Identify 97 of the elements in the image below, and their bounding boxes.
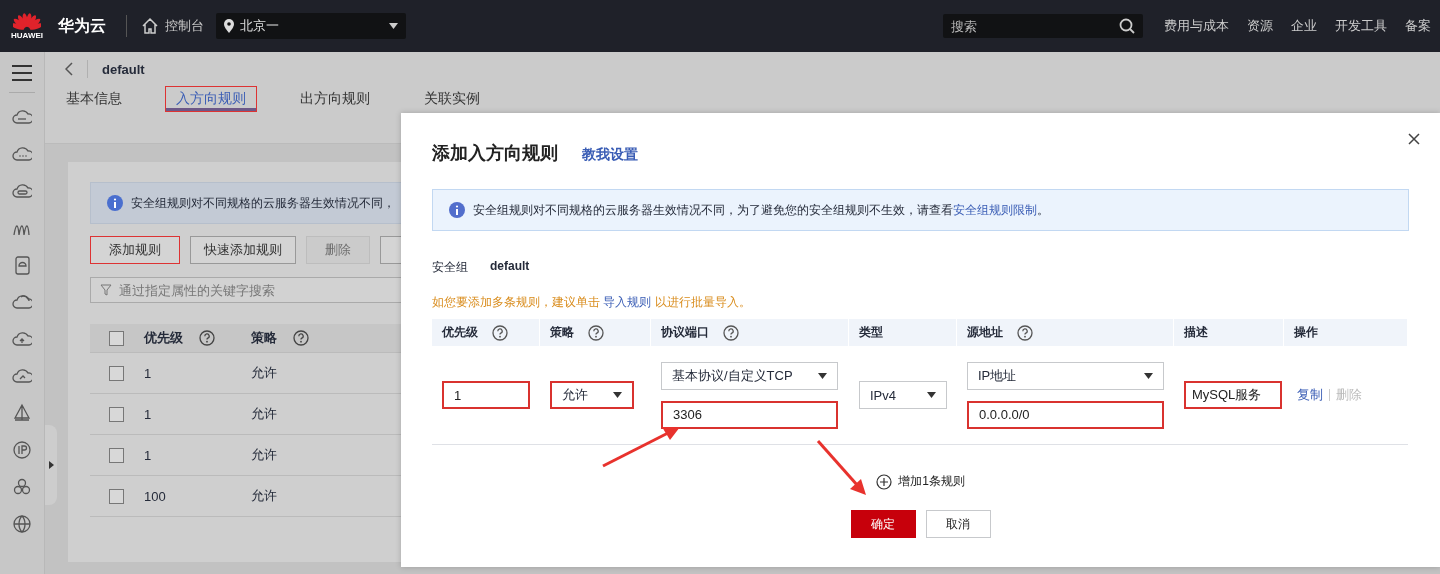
cloud-upload-icon[interactable] (12, 329, 32, 349)
tab[interactable]: 出方向规则 (289, 86, 381, 112)
column-header: 策略 (550, 324, 574, 341)
caret-icon (613, 392, 622, 398)
tip-text: 如您要添加多条规则，建议单击 导入规则 以进行批量导入。 (432, 294, 752, 311)
import-rules-link[interactable]: 导入规则 (603, 295, 652, 309)
table-cell: 允许 (251, 447, 277, 462)
cloud-icon[interactable] (12, 144, 32, 164)
input-field[interactable]: 1 (442, 381, 530, 409)
close-icon[interactable] (1408, 133, 1420, 145)
info-icon (107, 195, 123, 211)
toolbar-button[interactable]: 快速添加规则 (190, 236, 296, 264)
ip-icon[interactable] (12, 440, 32, 460)
add-rule-link[interactable]: 增加1条规则 (432, 473, 1409, 490)
nav-link[interactable]: 企业 (1291, 17, 1317, 35)
caret-icon (818, 372, 827, 379)
nav-link[interactable]: 备案 (1405, 17, 1431, 35)
search-field[interactable]: 搜索 (943, 14, 1143, 38)
help-icon[interactable] (723, 324, 739, 341)
expand-icon (48, 461, 54, 469)
help-icon[interactable] (199, 330, 215, 346)
field-value: default (490, 259, 530, 275)
region-dropdown[interactable]: 北京一 (216, 13, 406, 39)
pin-icon (224, 19, 234, 33)
column-header: 操作 (1294, 324, 1318, 341)
cloud-icon[interactable] (12, 366, 32, 386)
console-link[interactable]: 控制台 (141, 17, 204, 35)
home-icon (141, 17, 159, 35)
cluster-icon[interactable] (12, 477, 32, 497)
column-header: 策略 (251, 329, 277, 347)
dropdown[interactable]: IP地址 (967, 361, 1164, 390)
globe-icon[interactable] (12, 514, 32, 534)
checkbox[interactable] (109, 366, 124, 382)
table-cell: 100 (144, 488, 166, 504)
plus-icon (876, 473, 893, 490)
table-cell: 允许 (251, 406, 277, 421)
search-field[interactable]: 通过指定属性的关键字搜索 (90, 277, 401, 303)
back-icon[interactable] (65, 62, 73, 76)
nav-link[interactable]: 开发工具 (1335, 17, 1387, 35)
tab[interactable]: 入方向规则 (165, 86, 257, 112)
cancel-button[interactable]: 取消 (925, 510, 991, 538)
dropdown[interactable]: 基本协议/自定义TCP (661, 361, 838, 390)
help-icon[interactable] (588, 324, 604, 341)
nav-link[interactable]: 费用与成本 (1164, 17, 1229, 35)
help-link[interactable]: 教我设置 (582, 146, 638, 164)
help-icon[interactable] (293, 330, 309, 346)
dropdown[interactable]: IPv4 (859, 381, 947, 409)
rule-limit-link[interactable]: 安全组规则限制 (953, 202, 1037, 217)
column-header: 类型 (859, 324, 883, 341)
notice-text: 安全组规则对不同规格的云服务器生效情况不同，为了避免您的安全组规则不生效，请查看安全组规则限制。 (473, 201, 1049, 219)
table-cell: 1 (144, 365, 152, 381)
page-title: default (102, 61, 145, 77)
checkbox[interactable] (109, 489, 124, 505)
column-header: 协议端口 (661, 324, 709, 341)
column-header: 优先级 (442, 324, 478, 341)
sailboat-icon[interactable] (12, 403, 32, 423)
dialog-title: 添加入方向规则 (432, 142, 558, 165)
column-header: 描述 (1184, 324, 1208, 341)
expand-handle[interactable] (45, 425, 57, 505)
action-link[interactable]: 复制 (1297, 386, 1323, 404)
column-header: 源地址 (967, 324, 1003, 341)
brand-name: 华为云 (58, 15, 106, 36)
logo-icon (13, 12, 41, 31)
caret-icon (389, 23, 398, 29)
caret-icon (1144, 372, 1153, 379)
search-icon[interactable] (1119, 18, 1135, 34)
device-icon[interactable] (12, 255, 32, 275)
cloud-icon[interactable] (12, 181, 32, 201)
cloud-icon[interactable] (12, 107, 32, 127)
filter-icon (100, 284, 112, 296)
input-field[interactable]: 0.0.0.0/0 (967, 400, 1164, 429)
arrow-annotation (816, 440, 866, 495)
cloud-icon[interactable] (12, 292, 32, 312)
table-cell: 1 (144, 406, 152, 422)
menu-icon[interactable] (12, 64, 32, 82)
input-field[interactable]: MySQL服务 (1184, 381, 1282, 409)
help-icon[interactable] (1017, 324, 1033, 341)
checkbox[interactable] (109, 448, 124, 464)
table-cell: 1 (144, 447, 152, 463)
toolbar-button[interactable]: 添加规则 (90, 236, 180, 264)
table-cell: 允许 (251, 488, 277, 503)
caret-icon (927, 392, 936, 398)
info-icon (449, 202, 465, 218)
tab[interactable]: 基本信息 (55, 86, 133, 112)
nav-link[interactable]: 资源 (1247, 17, 1273, 35)
input-field[interactable]: 3306 (661, 400, 838, 429)
checkbox[interactable] (109, 331, 124, 347)
tab[interactable]: 关联实例 (413, 86, 491, 112)
help-icon[interactable] (492, 324, 508, 341)
notice-text: 安全组规则对不同规格的云服务器生效情况不同， (131, 194, 395, 212)
checkbox[interactable] (109, 407, 124, 423)
column-header: 优先级 (144, 329, 183, 347)
table-cell: 允许 (251, 365, 277, 380)
field-label: 安全组 (432, 259, 468, 276)
confirm-button[interactable]: 确定 (850, 510, 916, 538)
dropdown[interactable]: 允许 (550, 381, 634, 409)
logo-text: HUAWEI (11, 30, 43, 40)
